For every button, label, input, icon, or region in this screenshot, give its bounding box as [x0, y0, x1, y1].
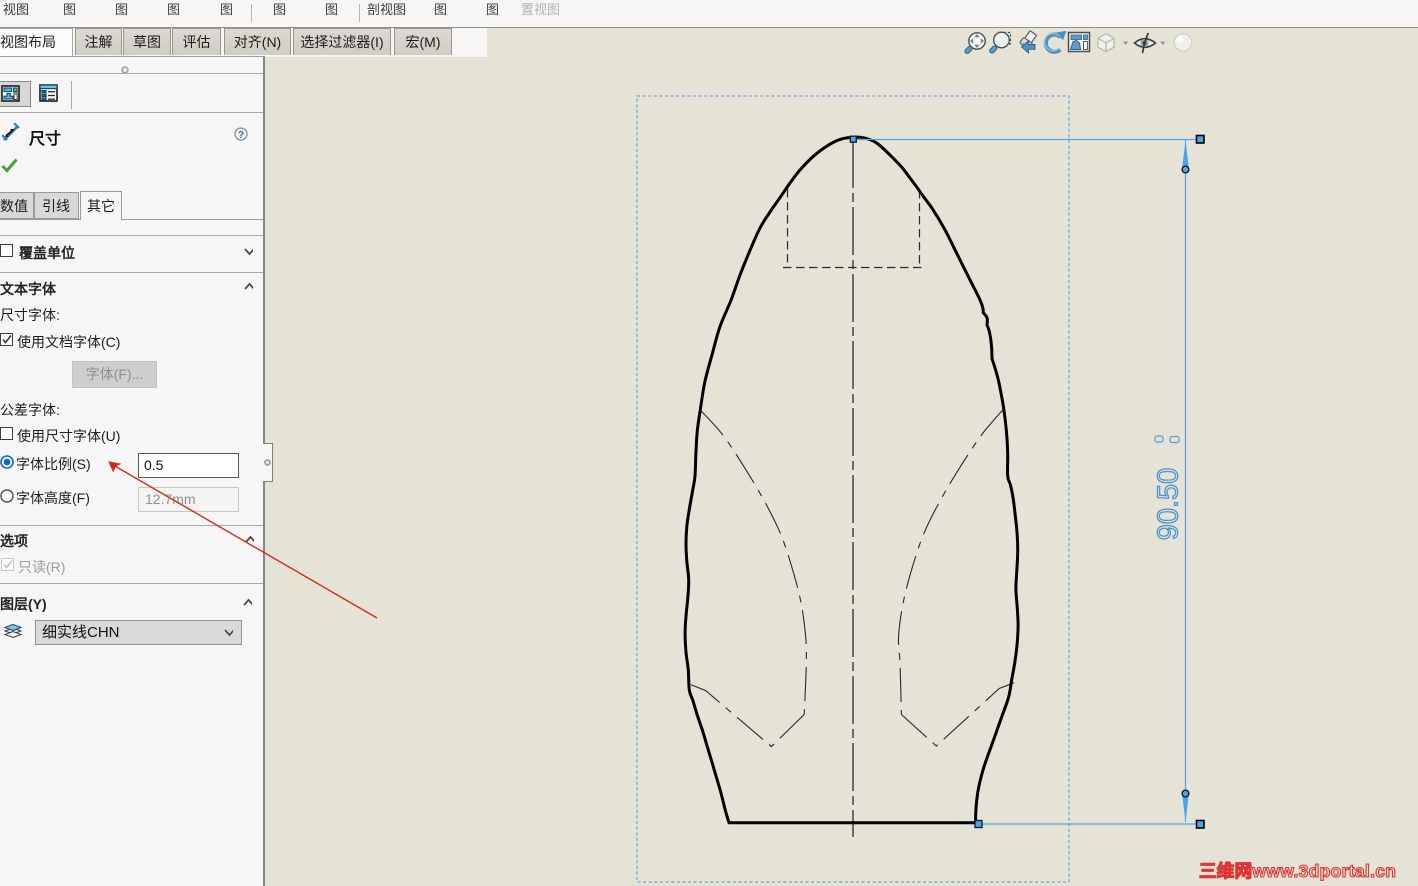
- svg-text:三维网www.3dportal.cn: 三维网www.3dportal.cn: [1199, 861, 1396, 881]
- svg-text:90.50: 90.50: [1153, 468, 1185, 541]
